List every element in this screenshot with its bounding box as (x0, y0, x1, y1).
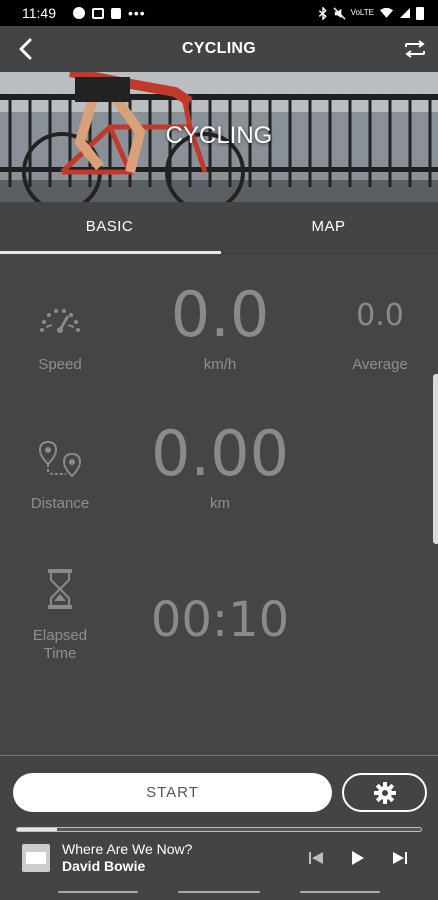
previous-icon (309, 852, 323, 864)
album-art-inner (26, 852, 46, 864)
bluetooth-icon (318, 6, 327, 20)
next-button[interactable] (390, 848, 410, 868)
previous-button[interactable] (306, 848, 326, 868)
spotify-icon (73, 7, 85, 19)
signal-icon (400, 8, 410, 18)
swap-arrows-icon (405, 40, 425, 58)
tab-map[interactable]: MAP (219, 202, 438, 254)
wifi-icon (379, 7, 394, 18)
status-time: 11:49 (22, 5, 56, 21)
battery-icon (416, 6, 424, 20)
next-icon (393, 852, 407, 864)
elapsed-value: 00:10 (150, 592, 290, 648)
scrollbar-thumb[interactable] (433, 374, 438, 544)
elapsed-label-line2: Time (43, 645, 77, 662)
speedometer-icon (40, 309, 80, 333)
switch-activity-button[interactable] (400, 34, 430, 64)
distance-unit: km (210, 495, 230, 512)
average-speed-value: 0.0 (356, 298, 404, 333)
app-bar: CYCLING (0, 26, 438, 72)
nav-recent[interactable] (58, 891, 138, 893)
bottom-panel: START Where Are We Now? David Bowie (0, 755, 438, 900)
chevron-left-icon (19, 38, 32, 60)
image-icon (92, 7, 104, 19)
play-button[interactable] (347, 848, 367, 868)
nav-home[interactable] (178, 891, 260, 893)
bag-icon (111, 7, 121, 19)
status-bar: 11:49 ••• VoLTE (0, 0, 438, 26)
mute-icon (333, 6, 346, 20)
settings-button[interactable] (342, 773, 427, 812)
volte-icon: VoLTE (350, 8, 374, 17)
hero-title: CYCLING (165, 122, 273, 149)
album-art[interactable] (22, 844, 50, 872)
hero-banner: CYCLING (0, 72, 438, 202)
tab-bar: BASIC MAP (0, 202, 438, 254)
more-icon: ••• (128, 5, 146, 21)
speed-value: 0.0 (170, 278, 270, 351)
hourglass-icon (48, 569, 72, 609)
gear-icon (373, 781, 396, 804)
status-left: 11:49 ••• (22, 5, 146, 21)
distance-label: Distance (30, 495, 90, 512)
track-title[interactable]: Where Are We Now? (62, 841, 192, 857)
back-button[interactable] (10, 34, 40, 64)
speed-unit: km/h (203, 356, 237, 373)
nav-back[interactable] (300, 891, 380, 893)
track-artist[interactable]: David Bowie (62, 858, 145, 874)
start-button[interactable]: START (13, 773, 332, 812)
average-speed-label: Average (352, 356, 408, 373)
elapsed-label-line1: Elapsed (32, 627, 88, 644)
play-icon (352, 851, 364, 865)
page-title: CYCLING (181, 40, 257, 57)
track-progress-bar[interactable] (16, 827, 422, 832)
distance-value: 0.00 (150, 417, 290, 490)
metrics-panel: Speed 0.0 km/h 0.0 Average Distance 0.00… (0, 254, 438, 754)
status-right: VoLTE (318, 6, 424, 20)
speed-label: Speed (38, 356, 82, 373)
tab-basic[interactable]: BASIC (0, 202, 219, 254)
route-pins-icon (38, 440, 82, 478)
track-progress-fill (17, 828, 58, 831)
system-nav-bar (0, 884, 438, 900)
